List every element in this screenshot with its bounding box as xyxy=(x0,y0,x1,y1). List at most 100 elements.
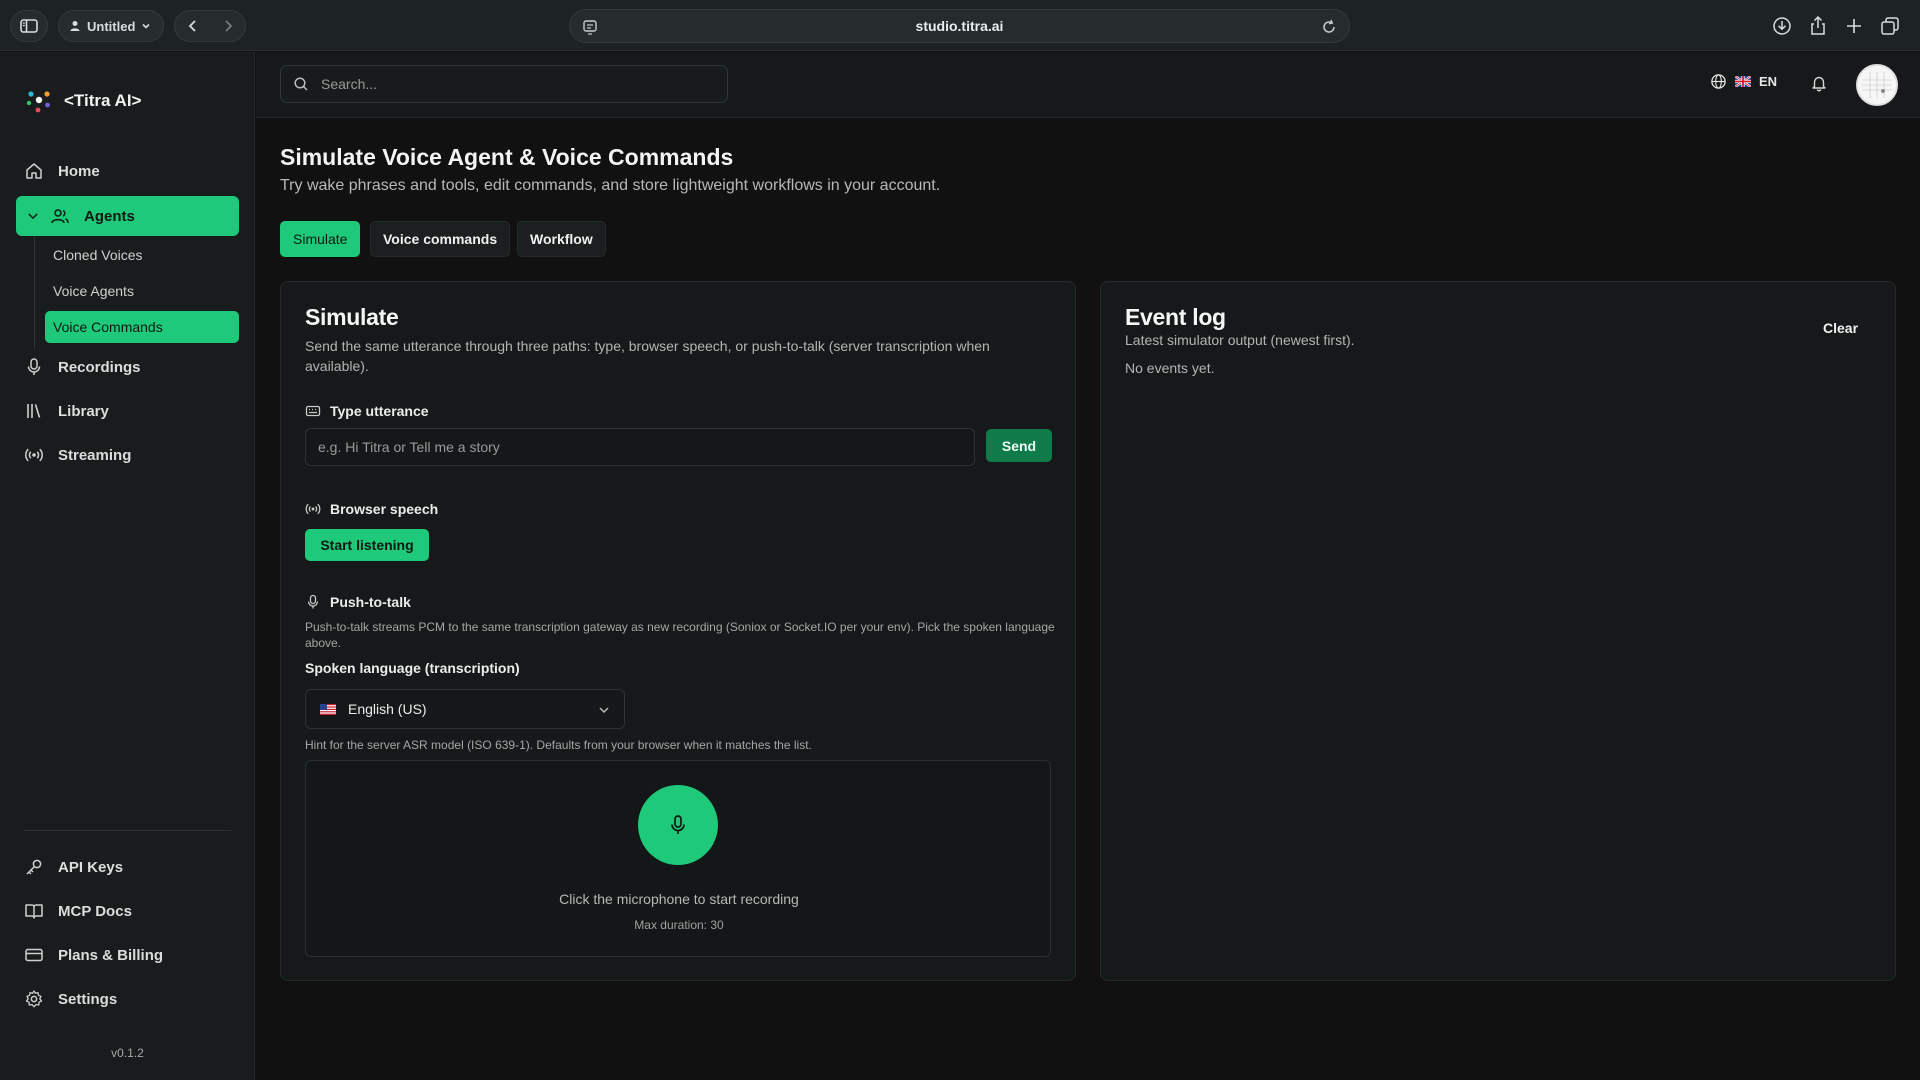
broadcast-icon xyxy=(25,448,43,462)
tab-workflow[interactable]: Workflow xyxy=(517,221,606,257)
search-icon xyxy=(294,77,308,91)
sidebar-item-label: Plans & Billing xyxy=(58,946,164,964)
sidebar-item-label: API Keys xyxy=(58,858,124,876)
sidebar-subitem-cloned-voices[interactable]: Cloned Voices xyxy=(45,239,239,271)
sidebar-item-settings[interactable]: Settings xyxy=(16,979,239,1019)
reload-icon[interactable] xyxy=(1319,17,1339,37)
avatar[interactable] xyxy=(1856,64,1898,106)
sidebar-item-recordings[interactable]: Recordings xyxy=(16,347,239,387)
url-text: studio.titra.ai xyxy=(915,18,1004,34)
record-caption: Click the microphone to start recording xyxy=(559,891,799,907)
tab-voice-commands[interactable]: Voice commands xyxy=(370,221,511,257)
main-content: Simulate Voice Agent & Voice Commands Tr… xyxy=(256,119,1920,1080)
card-icon xyxy=(25,948,43,962)
sidebar-item-api-keys[interactable]: API Keys xyxy=(16,847,239,887)
sidebar-item-streaming[interactable]: Streaming xyxy=(16,435,239,475)
spoken-language-label: Spoken language (transcription) xyxy=(305,660,520,676)
sidebar-item-label: Agents xyxy=(84,207,135,225)
address-bar[interactable]: studio.titra.ai xyxy=(569,9,1350,43)
home-icon xyxy=(26,163,42,179)
type-utterance-label: Type utterance xyxy=(305,403,429,419)
simulate-description: Send the same utterance through three pa… xyxy=(305,338,990,374)
brand[interactable]: <Titra AI> xyxy=(24,86,141,116)
person-icon xyxy=(70,21,80,31)
sidebar-subitem-label: Voice Commands xyxy=(53,319,163,335)
app-version: v0.1.2 xyxy=(111,1046,144,1060)
sidebar-item-mcp-docs[interactable]: MCP Docs xyxy=(16,891,239,931)
page-settings-icon[interactable] xyxy=(580,17,600,37)
mic-icon xyxy=(307,594,319,609)
downloads-icon[interactable] xyxy=(1770,14,1794,38)
sidebar-item-agents[interactable]: Agents xyxy=(16,196,239,236)
sidebar-item-label: Home xyxy=(58,162,100,180)
tab-overview-icon[interactable] xyxy=(1878,14,1902,38)
bell-icon[interactable] xyxy=(1810,74,1828,92)
forward-arrow-icon[interactable] xyxy=(220,18,236,34)
sidebar-subitem-label: Voice Agents xyxy=(53,283,134,299)
section-label-text: Push-to-talk xyxy=(330,594,411,610)
profile-switcher[interactable]: Untitled xyxy=(58,10,164,42)
key-icon xyxy=(26,859,42,875)
titra-logo-icon xyxy=(26,91,50,113)
back-arrow-icon[interactable] xyxy=(185,18,201,34)
globe-icon xyxy=(1711,74,1726,89)
browser-speech-label: Browser speech xyxy=(305,501,438,517)
event-log-title: Event log xyxy=(1125,304,1226,330)
users-icon xyxy=(51,209,69,224)
sidebar-item-home[interactable]: Home xyxy=(16,151,239,191)
simulate-title: Simulate xyxy=(305,304,399,330)
sidebar: <Titra AI> Home Agents Cloned Voices Voi… xyxy=(0,52,255,1080)
push-to-talk-panel: Click the microphone to start recording … xyxy=(305,760,1051,957)
page-subtitle: Try wake phrases and tools, edit command… xyxy=(280,177,941,194)
sidebar-item-plans-billing[interactable]: Plans & Billing xyxy=(16,935,239,975)
page-title: Simulate Voice Agent & Voice Commands xyxy=(280,144,734,170)
language-switcher[interactable]: EN xyxy=(1710,73,1777,90)
send-button[interactable]: Send xyxy=(986,429,1052,462)
start-listening-button[interactable]: Start listening xyxy=(305,529,429,561)
sidebar-subitem-voice-commands[interactable]: Voice Commands xyxy=(45,311,239,343)
spoken-language-select[interactable]: English (US) xyxy=(305,689,625,729)
push-to-talk-description: Push-to-talk streams PCM to the same tra… xyxy=(305,620,1055,650)
book-icon xyxy=(25,904,43,919)
spoken-language-value: English (US) xyxy=(348,701,427,717)
sidebar-item-library[interactable]: Library xyxy=(16,391,239,431)
language-code: EN xyxy=(1759,74,1778,89)
max-duration-text: Max duration: 30 xyxy=(634,918,724,932)
tab-simulate[interactable]: Simulate xyxy=(280,221,361,257)
utterance-input[interactable] xyxy=(305,428,975,466)
share-icon[interactable] xyxy=(1806,14,1830,38)
sidebar-item-label: Library xyxy=(58,402,109,420)
browser-chrome: Untitled studio.titra.ai xyxy=(0,0,1920,51)
profile-label: Untitled xyxy=(87,18,136,34)
us-flag-icon xyxy=(320,703,336,715)
search-box[interactable] xyxy=(280,65,728,103)
mic-icon xyxy=(27,358,41,375)
tab-label: Voice commands xyxy=(383,231,498,247)
top-bar: EN xyxy=(256,52,1920,118)
microphone-icon xyxy=(671,815,685,834)
event-log-empty: No events yet. xyxy=(1125,360,1215,376)
sidebar-toggle-button[interactable] xyxy=(10,10,48,42)
broadcast-icon xyxy=(305,503,321,515)
uk-flag-icon xyxy=(1735,76,1751,87)
chevron-down-icon xyxy=(28,213,38,220)
submenu-guide-line xyxy=(34,237,35,349)
sidebar-item-label: Settings xyxy=(58,990,118,1008)
new-tab-icon[interactable] xyxy=(1842,14,1866,38)
sidebar-subitem-voice-agents[interactable]: Voice Agents xyxy=(45,275,239,307)
clear-button[interactable]: Clear xyxy=(1823,320,1858,336)
sidebar-item-label: Recordings xyxy=(58,358,141,376)
event-log-subtitle: Latest simulator output (newest first). xyxy=(1125,332,1355,348)
brand-name: <Titra AI> xyxy=(64,91,142,110)
sidebar-toggle-icon xyxy=(20,19,38,33)
sidebar-subitem-label: Cloned Voices xyxy=(53,247,143,263)
push-to-talk-label: Push-to-talk xyxy=(305,594,411,610)
tab-label: Workflow xyxy=(530,231,593,247)
section-label-text: Browser speech xyxy=(330,501,439,517)
gear-icon xyxy=(25,990,43,1008)
simulate-card: Simulate Send the same utterance through… xyxy=(280,281,1076,981)
history-nav xyxy=(174,10,246,42)
record-button[interactable] xyxy=(638,785,718,865)
sidebar-item-label: MCP Docs xyxy=(58,902,132,920)
search-input[interactable] xyxy=(321,76,701,92)
